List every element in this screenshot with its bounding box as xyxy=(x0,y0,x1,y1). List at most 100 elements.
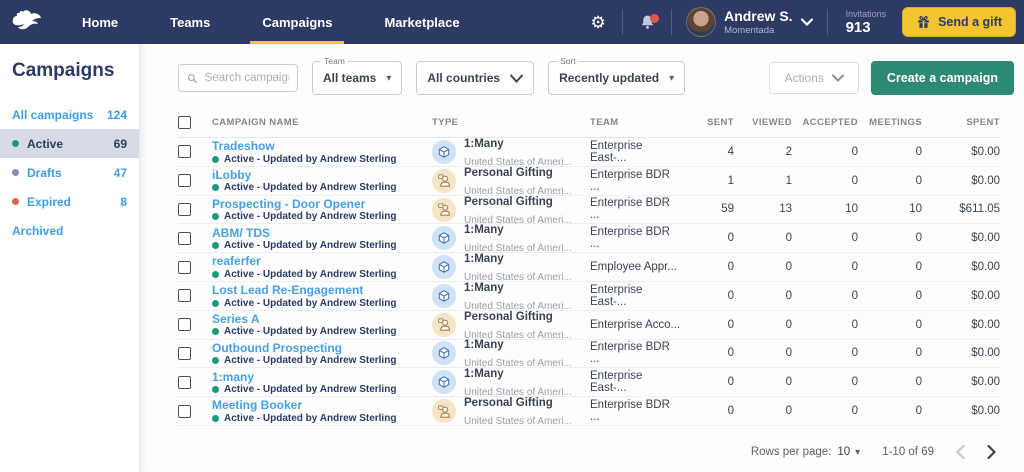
accepted-cell: 0 xyxy=(792,319,858,331)
one-to-many-cube-icon xyxy=(437,346,451,360)
campaign-name-link[interactable]: Outbound Prospecting xyxy=(212,341,342,355)
campaign-status-text: Active - Updated by Andrew Sterling xyxy=(224,298,396,309)
countries-select[interactable]: All countries xyxy=(416,61,534,95)
row-checkbox[interactable] xyxy=(178,232,191,245)
sort-select-label: Sort xyxy=(557,56,579,66)
team-cell: Enterprise East-... xyxy=(590,140,682,164)
send-a-gift-button[interactable]: Send a gift xyxy=(902,7,1016,37)
accepted-cell: 0 xyxy=(792,290,858,302)
campaigns-table: CAMPAIGN NAME TYPE TEAM SENT VIEWED ACCE… xyxy=(178,108,1000,432)
meetings-cell: 10 xyxy=(858,203,922,215)
meetings-cell: 0 xyxy=(858,405,922,417)
sidebar-item-expired[interactable]: Expired 8 xyxy=(0,187,139,216)
main-panel: Team All teams ▾ All countries Sort Rece… xyxy=(140,44,1024,472)
campaign-name-link[interactable]: iLobby xyxy=(212,168,251,182)
sent-cell: 0 xyxy=(682,232,734,244)
table-row[interactable]: Meeting Booker Active - Updated by Andre… xyxy=(178,397,1000,426)
create-campaign-button[interactable]: Create a campaign xyxy=(871,61,1014,95)
campaign-status: Active - Updated by Andrew Sterling xyxy=(212,269,432,280)
nav-item-teams[interactable]: Teams xyxy=(144,0,236,44)
select-all-checkbox[interactable] xyxy=(178,116,191,129)
viewed-cell: 0 xyxy=(734,290,792,302)
team-select-value: All teams xyxy=(323,71,376,85)
one-to-many-cube-icon xyxy=(437,145,451,159)
campaign-name-link[interactable]: Prospecting - Door Opener xyxy=(212,197,365,211)
notifications-button[interactable] xyxy=(629,13,665,31)
sidebar-item-active[interactable]: Active 69 xyxy=(0,129,139,158)
header-accepted: ACCEPTED xyxy=(792,117,858,128)
row-checkbox[interactable] xyxy=(178,376,191,389)
settings-button[interactable]: ⚙ xyxy=(580,14,616,31)
team-cell: Enterprise BDR ... xyxy=(590,169,682,193)
spent-cell: $611.05 xyxy=(922,203,1000,215)
campaign-name-link[interactable]: Meeting Booker xyxy=(212,398,302,412)
campaign-name-link[interactable]: Lost Lead Re-Engagement xyxy=(212,283,363,297)
gear-icon: ⚙ xyxy=(590,14,605,31)
campaign-name-link[interactable]: ABM/ TDS xyxy=(212,226,270,240)
row-checkbox[interactable] xyxy=(178,405,191,418)
sidebar-item-all-campaigns[interactable]: All campaigns 124 xyxy=(0,100,139,129)
type-title: 1:Many xyxy=(464,339,504,351)
brand-logo[interactable] xyxy=(0,0,56,44)
team-cell: Enterprise BDR ... xyxy=(590,341,682,365)
sent-cell: 4 xyxy=(682,146,734,158)
personal-gifting-person-icon xyxy=(437,173,452,188)
accepted-cell: 0 xyxy=(792,376,858,388)
campaign-status-text: Active - Updated by Andrew Sterling xyxy=(224,269,396,280)
team-cell: Enterprise East-... xyxy=(590,284,682,308)
accepted-cell: 10 xyxy=(792,203,858,215)
user-menu[interactable]: Andrew S. Momentada xyxy=(678,7,820,37)
team-cell: Enterprise BDR ... xyxy=(590,226,682,250)
sent-cell: 0 xyxy=(682,347,734,359)
sidebar-item-count: 8 xyxy=(120,195,127,209)
nav-item-campaigns[interactable]: Campaigns xyxy=(236,0,358,44)
actions-button[interactable]: Actions xyxy=(769,62,858,94)
sidebar-item-label: All campaigns xyxy=(12,108,93,122)
search-input[interactable] xyxy=(205,72,289,84)
campaign-name-link[interactable]: 1:many xyxy=(212,370,254,384)
sort-select[interactable]: Sort Recently updated ▾ xyxy=(548,61,685,95)
row-checkbox[interactable] xyxy=(178,347,191,360)
row-checkbox[interactable] xyxy=(178,203,191,216)
primary-nav: Home Teams Campaigns Marketplace xyxy=(56,0,486,44)
viewed-cell: 13 xyxy=(734,203,792,215)
campaign-status: Active - Updated by Andrew Sterling xyxy=(212,413,432,424)
campaign-name-link[interactable]: Tradeshow xyxy=(212,139,275,153)
next-page-button[interactable] xyxy=(987,445,996,459)
team-cell: Enterprise Acco... xyxy=(590,319,682,331)
type-title: Personal Gifting xyxy=(464,311,553,323)
sidebar-item-drafts[interactable]: Drafts 47 xyxy=(0,158,139,187)
viewed-cell: 0 xyxy=(734,261,792,273)
avatar xyxy=(686,7,716,37)
sidebar-item-archived[interactable]: Archived xyxy=(0,216,139,245)
campaign-name-link[interactable]: reaferfer xyxy=(212,254,261,268)
row-checkbox[interactable] xyxy=(178,145,191,158)
campaign-name-link[interactable]: Series A xyxy=(212,312,260,326)
rows-per-page-label: Rows per page: xyxy=(751,446,832,458)
sidebar-item-label: Expired xyxy=(27,195,71,209)
one-to-many-cube-icon xyxy=(437,260,451,274)
active-status-dot-icon xyxy=(212,213,219,220)
team-select[interactable]: Team All teams ▾ xyxy=(312,61,402,95)
active-status-dot-icon xyxy=(212,271,219,278)
pagination-bar: Rows per page: 10 ▾ 1-10 of 69 xyxy=(178,432,1014,472)
row-checkbox[interactable] xyxy=(178,289,191,302)
type-title: Personal Gifting xyxy=(464,196,553,208)
search-field[interactable] xyxy=(178,64,298,92)
nav-item-marketplace[interactable]: Marketplace xyxy=(358,0,485,44)
active-status-dot-icon xyxy=(212,328,219,335)
row-checkbox[interactable] xyxy=(178,318,191,331)
rows-per-page-select[interactable]: 10 ▾ xyxy=(837,446,860,458)
nav-item-home[interactable]: Home xyxy=(56,0,144,44)
spent-cell: $0.00 xyxy=(922,175,1000,187)
row-checkbox[interactable] xyxy=(178,261,191,274)
user-org: Momentada xyxy=(724,25,792,36)
previous-page-button[interactable] xyxy=(956,445,965,459)
accepted-cell: 0 xyxy=(792,347,858,359)
header-sent: SENT xyxy=(682,117,734,128)
type-icon-circle xyxy=(432,255,456,279)
campaigns-sidebar: Campaigns All campaigns 124 Active 69 Dr… xyxy=(0,44,140,472)
sidebar-item-count: 69 xyxy=(114,137,127,151)
meetings-cell: 0 xyxy=(858,261,922,273)
row-checkbox[interactable] xyxy=(178,174,191,187)
